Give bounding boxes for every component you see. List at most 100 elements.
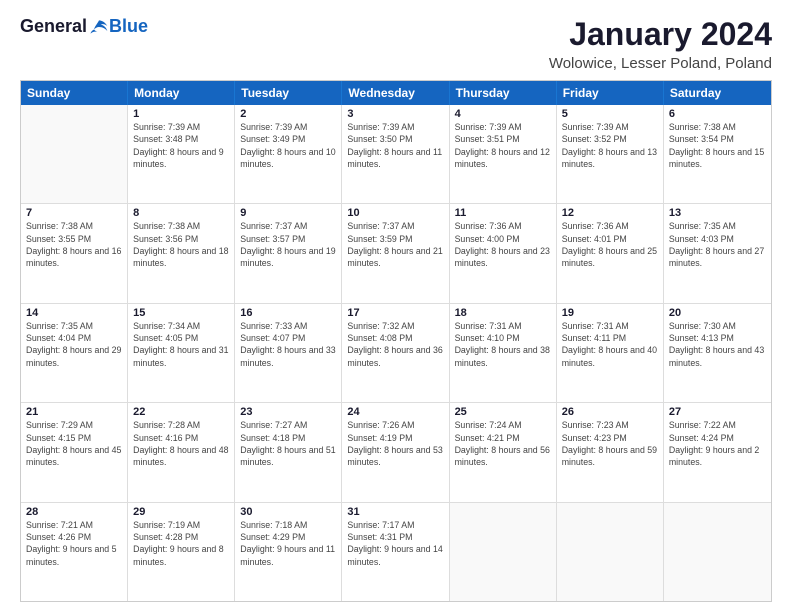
location: Wolowice, Lesser Poland, Poland <box>549 55 772 72</box>
cal-cell: 14Sunrise: 7:35 AM Sunset: 4:04 PM Dayli… <box>21 304 128 402</box>
cal-row-3: 21Sunrise: 7:29 AM Sunset: 4:15 PM Dayli… <box>21 403 771 502</box>
cal-cell <box>450 503 557 601</box>
cell-date: 6 <box>669 108 766 120</box>
cal-cell: 23Sunrise: 7:27 AM Sunset: 4:18 PM Dayli… <box>235 403 342 501</box>
cell-info: Sunrise: 7:32 AM Sunset: 4:08 PM Dayligh… <box>347 320 443 369</box>
cell-info: Sunrise: 7:39 AM Sunset: 3:50 PM Dayligh… <box>347 121 443 170</box>
cell-date: 4 <box>455 108 551 120</box>
cell-info: Sunrise: 7:28 AM Sunset: 4:16 PM Dayligh… <box>133 419 229 468</box>
cal-cell: 26Sunrise: 7:23 AM Sunset: 4:23 PM Dayli… <box>557 403 664 501</box>
cell-date: 10 <box>347 207 443 219</box>
cal-cell: 9Sunrise: 7:37 AM Sunset: 3:57 PM Daylig… <box>235 204 342 302</box>
cell-info: Sunrise: 7:36 AM Sunset: 4:00 PM Dayligh… <box>455 220 551 269</box>
cal-cell: 17Sunrise: 7:32 AM Sunset: 4:08 PM Dayli… <box>342 304 449 402</box>
cell-date: 17 <box>347 307 443 319</box>
cal-cell: 21Sunrise: 7:29 AM Sunset: 4:15 PM Dayli… <box>21 403 128 501</box>
cell-info: Sunrise: 7:33 AM Sunset: 4:07 PM Dayligh… <box>240 320 336 369</box>
cell-date: 20 <box>669 307 766 319</box>
cell-info: Sunrise: 7:38 AM Sunset: 3:54 PM Dayligh… <box>669 121 766 170</box>
cell-date: 13 <box>669 207 766 219</box>
cell-date: 28 <box>26 506 122 518</box>
cell-info: Sunrise: 7:18 AM Sunset: 4:29 PM Dayligh… <box>240 519 336 568</box>
calendar-header: SundayMondayTuesdayWednesdayThursdayFrid… <box>21 81 771 105</box>
cal-cell: 4Sunrise: 7:39 AM Sunset: 3:51 PM Daylig… <box>450 105 557 203</box>
cell-info: Sunrise: 7:35 AM Sunset: 4:04 PM Dayligh… <box>26 320 122 369</box>
cal-cell <box>557 503 664 601</box>
cal-cell: 6Sunrise: 7:38 AM Sunset: 3:54 PM Daylig… <box>664 105 771 203</box>
cell-date: 2 <box>240 108 336 120</box>
cell-date: 18 <box>455 307 551 319</box>
cal-row-0: 1Sunrise: 7:39 AM Sunset: 3:48 PM Daylig… <box>21 105 771 204</box>
cell-info: Sunrise: 7:23 AM Sunset: 4:23 PM Dayligh… <box>562 419 658 468</box>
cell-info: Sunrise: 7:38 AM Sunset: 3:56 PM Dayligh… <box>133 220 229 269</box>
cell-date: 8 <box>133 207 229 219</box>
cell-date: 27 <box>669 406 766 418</box>
cell-info: Sunrise: 7:37 AM Sunset: 3:59 PM Dayligh… <box>347 220 443 269</box>
cell-date: 5 <box>562 108 658 120</box>
cal-cell: 28Sunrise: 7:21 AM Sunset: 4:26 PM Dayli… <box>21 503 128 601</box>
cell-date: 14 <box>26 307 122 319</box>
cal-cell: 7Sunrise: 7:38 AM Sunset: 3:55 PM Daylig… <box>21 204 128 302</box>
cal-cell: 15Sunrise: 7:34 AM Sunset: 4:05 PM Dayli… <box>128 304 235 402</box>
cell-info: Sunrise: 7:27 AM Sunset: 4:18 PM Dayligh… <box>240 419 336 468</box>
month-title: January 2024 <box>549 16 772 53</box>
cal-cell: 25Sunrise: 7:24 AM Sunset: 4:21 PM Dayli… <box>450 403 557 501</box>
cell-date: 22 <box>133 406 229 418</box>
cal-cell: 12Sunrise: 7:36 AM Sunset: 4:01 PM Dayli… <box>557 204 664 302</box>
header-day-tuesday: Tuesday <box>235 81 342 105</box>
cell-date: 21 <box>26 406 122 418</box>
cal-cell <box>21 105 128 203</box>
cell-info: Sunrise: 7:39 AM Sunset: 3:49 PM Dayligh… <box>240 121 336 170</box>
cell-info: Sunrise: 7:39 AM Sunset: 3:48 PM Dayligh… <box>133 121 229 170</box>
header: General Blue January 2024 Wolowice, Less… <box>20 16 772 72</box>
cal-cell: 13Sunrise: 7:35 AM Sunset: 4:03 PM Dayli… <box>664 204 771 302</box>
cal-cell: 3Sunrise: 7:39 AM Sunset: 3:50 PM Daylig… <box>342 105 449 203</box>
cal-cell: 29Sunrise: 7:19 AM Sunset: 4:28 PM Dayli… <box>128 503 235 601</box>
cell-date: 15 <box>133 307 229 319</box>
cell-info: Sunrise: 7:38 AM Sunset: 3:55 PM Dayligh… <box>26 220 122 269</box>
logo-bird-icon <box>89 17 109 37</box>
cal-cell: 18Sunrise: 7:31 AM Sunset: 4:10 PM Dayli… <box>450 304 557 402</box>
cell-date: 12 <box>562 207 658 219</box>
cell-date: 3 <box>347 108 443 120</box>
cal-cell: 2Sunrise: 7:39 AM Sunset: 3:49 PM Daylig… <box>235 105 342 203</box>
cell-info: Sunrise: 7:35 AM Sunset: 4:03 PM Dayligh… <box>669 220 766 269</box>
logo: General Blue <box>20 16 148 37</box>
cell-info: Sunrise: 7:26 AM Sunset: 4:19 PM Dayligh… <box>347 419 443 468</box>
header-day-monday: Monday <box>128 81 235 105</box>
cal-cell: 16Sunrise: 7:33 AM Sunset: 4:07 PM Dayli… <box>235 304 342 402</box>
cell-info: Sunrise: 7:30 AM Sunset: 4:13 PM Dayligh… <box>669 320 766 369</box>
cell-date: 19 <box>562 307 658 319</box>
cal-cell: 8Sunrise: 7:38 AM Sunset: 3:56 PM Daylig… <box>128 204 235 302</box>
cell-info: Sunrise: 7:29 AM Sunset: 4:15 PM Dayligh… <box>26 419 122 468</box>
cal-cell: 27Sunrise: 7:22 AM Sunset: 4:24 PM Dayli… <box>664 403 771 501</box>
calendar: SundayMondayTuesdayWednesdayThursdayFrid… <box>20 80 772 602</box>
cell-date: 1 <box>133 108 229 120</box>
cell-date: 16 <box>240 307 336 319</box>
calendar-body: 1Sunrise: 7:39 AM Sunset: 3:48 PM Daylig… <box>21 105 771 601</box>
cell-date: 26 <box>562 406 658 418</box>
cell-info: Sunrise: 7:17 AM Sunset: 4:31 PM Dayligh… <box>347 519 443 568</box>
cal-cell: 11Sunrise: 7:36 AM Sunset: 4:00 PM Dayli… <box>450 204 557 302</box>
cell-info: Sunrise: 7:19 AM Sunset: 4:28 PM Dayligh… <box>133 519 229 568</box>
cal-row-1: 7Sunrise: 7:38 AM Sunset: 3:55 PM Daylig… <box>21 204 771 303</box>
header-day-friday: Friday <box>557 81 664 105</box>
header-day-sunday: Sunday <box>21 81 128 105</box>
cell-info: Sunrise: 7:22 AM Sunset: 4:24 PM Dayligh… <box>669 419 766 468</box>
cell-info: Sunrise: 7:36 AM Sunset: 4:01 PM Dayligh… <box>562 220 658 269</box>
cal-cell: 31Sunrise: 7:17 AM Sunset: 4:31 PM Dayli… <box>342 503 449 601</box>
cal-cell: 30Sunrise: 7:18 AM Sunset: 4:29 PM Dayli… <box>235 503 342 601</box>
cell-date: 24 <box>347 406 443 418</box>
cell-info: Sunrise: 7:37 AM Sunset: 3:57 PM Dayligh… <box>240 220 336 269</box>
cell-date: 11 <box>455 207 551 219</box>
cal-cell: 5Sunrise: 7:39 AM Sunset: 3:52 PM Daylig… <box>557 105 664 203</box>
header-day-saturday: Saturday <box>664 81 771 105</box>
cell-info: Sunrise: 7:21 AM Sunset: 4:26 PM Dayligh… <box>26 519 122 568</box>
cell-date: 30 <box>240 506 336 518</box>
cal-row-2: 14Sunrise: 7:35 AM Sunset: 4:04 PM Dayli… <box>21 304 771 403</box>
cell-date: 31 <box>347 506 443 518</box>
cell-info: Sunrise: 7:39 AM Sunset: 3:51 PM Dayligh… <box>455 121 551 170</box>
cell-date: 29 <box>133 506 229 518</box>
cell-date: 25 <box>455 406 551 418</box>
logo-blue-text: Blue <box>109 16 148 37</box>
